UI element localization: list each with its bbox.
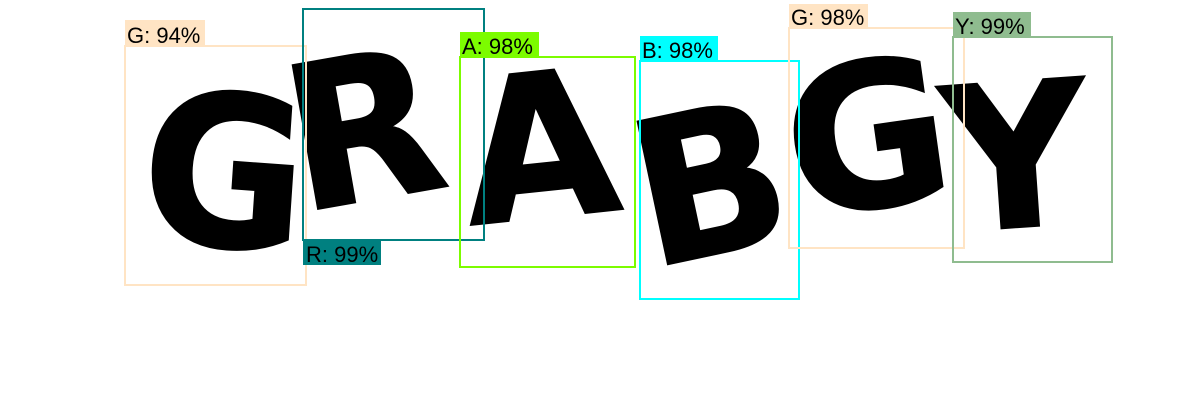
label-text: G: 98% [791, 5, 864, 30]
label-text: Y: 99% [955, 14, 1025, 39]
label-text: R: 99% [306, 242, 378, 267]
label-text: G: 94% [127, 23, 200, 48]
glyph-a: A [451, 25, 629, 273]
detection-canvas: G R A B G Y G: 94% R: 99% A: 98% B: 98% … [124, 2, 1113, 316]
glyph-y: Y [933, 37, 1098, 280]
label-text: B: 98% [642, 38, 713, 63]
label-text: A: 98% [462, 34, 533, 59]
